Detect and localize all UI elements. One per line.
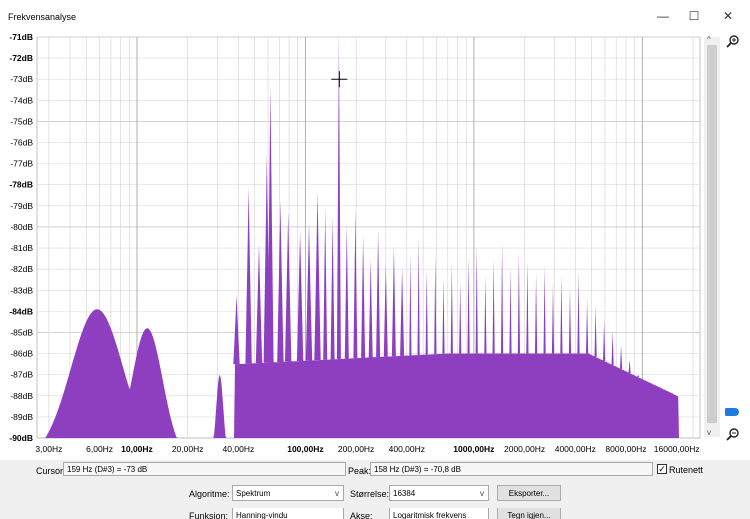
axis-value: Logaritmisk frekvens	[393, 511, 467, 519]
peak-label: Peak:	[348, 466, 372, 476]
y-tick-label: -87dB	[10, 370, 33, 380]
y-tick-label: -86dB	[10, 349, 33, 359]
y-tick-label: -84dB	[9, 306, 33, 316]
x-tick-label: 40,00Hz	[223, 444, 255, 454]
x-tick-label: 400,00Hz	[389, 444, 425, 454]
y-tick-label: -74dB	[10, 95, 33, 105]
controls-row-clipped: Funksjon: Hanning-vindu Akse: Logaritmis…	[0, 508, 750, 519]
function-value: Hanning-vindu	[236, 511, 288, 519]
x-tick-label: 3,00Hz	[35, 444, 62, 454]
algorithm-value: Spektrum	[236, 489, 271, 498]
x-axis: 3,00Hz 6,00Hz 10,00Hz 20,00Hz 40,00Hz 100,00H…	[35, 444, 699, 454]
x-tick-label: 100,00Hz	[287, 444, 323, 454]
grid-label: Rutenett	[669, 465, 704, 475]
axis-label: Akse:	[350, 511, 373, 519]
y-tick-label: -88dB	[10, 391, 33, 401]
zoom-in-icon[interactable]	[726, 34, 740, 48]
grid-checkbox[interactable]: ✓	[657, 464, 667, 474]
scroll-up-arrow-icon[interactable]: ^	[707, 35, 711, 44]
y-tick-label: -78dB	[9, 180, 33, 190]
y-tick-label: -71dB	[9, 32, 33, 42]
window-title: Frekvensanalyse	[8, 12, 77, 22]
size-select[interactable]: 16384 v	[389, 485, 489, 501]
y-tick-label: -79dB	[10, 201, 33, 211]
cursor-readout: 159 Hz (D#3) = -73 dB	[63, 462, 346, 476]
spectrum-chart[interactable]: -71dB -72dB -73dB -74dB -75dB -76dB -77dB -78dB…	[0, 32, 704, 460]
scroll-down-arrow-icon[interactable]: v	[707, 428, 711, 437]
cursor-label: Cursor:	[36, 466, 66, 476]
peak-readout: 158 Hz (D#3) = -70,8 dB	[370, 462, 653, 476]
vertical-scrollbar[interactable]	[704, 37, 720, 437]
size-label: Størrelse:	[350, 489, 390, 499]
axis-select[interactable]: Logaritmisk frekvens	[389, 508, 489, 519]
x-tick-label: 6,00Hz	[86, 444, 113, 454]
spectrum-plot-area: -71dB -72dB -73dB -74dB -75dB -76dB -77dB -78dB…	[0, 32, 750, 460]
function-select[interactable]: Hanning-vindu	[232, 508, 344, 519]
x-tick-label: 16000,00Hz	[654, 444, 700, 454]
y-tick-label: -85dB	[10, 327, 33, 337]
title-bar: Frekvensanalyse — ☐ ✕	[0, 0, 750, 33]
y-tick-label: -77dB	[10, 159, 33, 169]
x-tick-label: 4000,00Hz	[555, 444, 596, 454]
y-tick-label: -75dB	[10, 116, 33, 126]
algorithm-select[interactable]: Spektrum v	[232, 485, 344, 501]
x-tick-label: 20,00Hz	[172, 444, 204, 454]
zoom-slider-handle[interactable]	[725, 408, 739, 416]
y-tick-label: -81dB	[10, 243, 33, 253]
algorithm-label: Algoritme:	[189, 489, 230, 499]
y-tick-label: -76dB	[10, 138, 33, 148]
x-tick-label: 8000,00Hz	[605, 444, 646, 454]
chevron-down-icon: v	[480, 489, 484, 498]
y-tick-label: -83dB	[10, 285, 33, 295]
zoom-out-icon[interactable]	[726, 427, 740, 441]
scrollbar-thumb[interactable]	[707, 45, 717, 423]
replot-button[interactable]: Tegn igjen...	[497, 508, 561, 519]
x-tick-label: 200,00Hz	[338, 444, 374, 454]
y-tick-label: -73dB	[10, 74, 33, 84]
export-button[interactable]: Eksporter...	[497, 485, 561, 501]
chevron-down-icon: v	[335, 489, 339, 498]
controls-panel: Cursor: 159 Hz (D#3) = -73 dB Peak: 158 …	[0, 460, 750, 519]
x-tick-label: 2000,00Hz	[504, 444, 545, 454]
size-value: 16384	[393, 489, 416, 498]
y-axis: -71dB -72dB -73dB -74dB -75dB -76dB -77dB -78dB…	[9, 32, 33, 443]
maximize-button[interactable]: ☐	[682, 8, 706, 24]
y-tick-label: -90dB	[9, 433, 33, 443]
x-tick-label: 1000,00Hz	[453, 444, 494, 454]
y-tick-label: -89dB	[10, 412, 33, 422]
y-tick-label: -72dB	[9, 53, 33, 63]
y-tick-label: -80dB	[10, 222, 33, 232]
y-tick-label: -82dB	[10, 264, 33, 274]
function-label: Funksjon:	[189, 511, 229, 519]
minimize-button[interactable]: —	[651, 8, 675, 24]
x-tick-label: 10,00Hz	[121, 444, 153, 454]
close-button[interactable]: ✕	[716, 8, 740, 24]
